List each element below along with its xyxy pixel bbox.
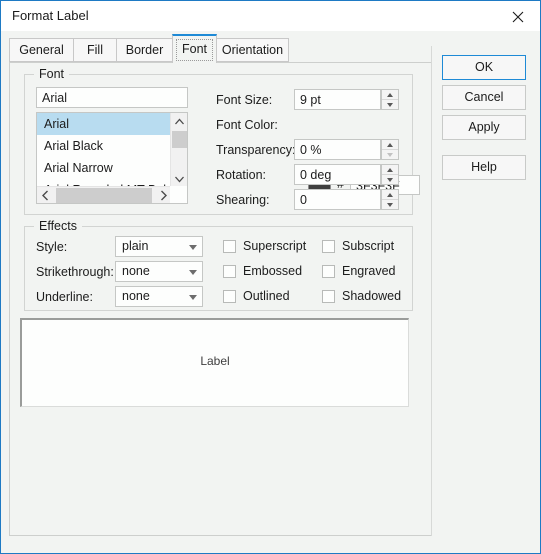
font-size-spinner[interactable] — [381, 89, 399, 110]
transparency-spinner-up[interactable] — [382, 140, 398, 150]
triangle-down-icon — [387, 178, 393, 182]
tab-general-label: General — [19, 43, 64, 57]
checkbox-outlined-label: Outlined — [243, 289, 290, 303]
tab-border[interactable]: Border — [116, 38, 173, 62]
tab-fill-label: Fill — [87, 43, 103, 57]
font-list-item[interactable]: Arial Black — [37, 135, 187, 157]
strikethrough-dropdown[interactable]: none — [115, 261, 203, 282]
strikethrough-dropdown-value: none — [122, 264, 150, 278]
checkbox-shadowed-label: Shadowed — [342, 289, 402, 303]
font-size-spinner-down[interactable] — [382, 100, 398, 109]
style-dropdown-value: plain — [122, 239, 149, 253]
underline-label: Underline: — [36, 290, 93, 304]
font-list[interactable]: Arial Arial Black Arial Narrow Arial Rou… — [36, 112, 188, 204]
triangle-down-icon — [387, 203, 393, 207]
triangle-up-icon — [387, 168, 393, 172]
font-size-input[interactable]: 9 pt — [294, 89, 381, 110]
checkbox-box[interactable] — [322, 290, 335, 303]
transparency-input[interactable]: 0 % — [294, 139, 381, 160]
font-list-horizontal-scrollbar[interactable] — [37, 186, 187, 203]
help-button[interactable]: Help — [442, 155, 526, 180]
font-list-vertical-scrollbar[interactable] — [170, 113, 187, 188]
tab-font-label: Font — [181, 42, 207, 56]
triangle-up-icon — [387, 93, 393, 97]
tab-orientation-label: Orientation — [221, 43, 284, 57]
font-list-item[interactable]: Arial — [37, 113, 187, 135]
chevron-down-icon[interactable] — [184, 262, 202, 281]
panel-divider — [431, 46, 432, 536]
transparency-spinner[interactable] — [381, 139, 399, 160]
triangle-down-icon — [387, 153, 393, 157]
font-list-item[interactable]: Arial Narrow — [37, 157, 187, 179]
ok-button[interactable]: OK — [442, 55, 526, 80]
triangle-up-icon — [387, 193, 393, 197]
shearing-input[interactable]: 0 — [294, 189, 381, 210]
style-dropdown[interactable]: plain — [115, 236, 203, 257]
scrollbar-corner — [170, 186, 187, 203]
checkbox-box[interactable] — [223, 265, 236, 278]
window-title: Format Label — [12, 8, 89, 23]
cancel-button[interactable]: Cancel — [442, 85, 526, 110]
font-size-spinner-up[interactable] — [382, 90, 398, 100]
transparency-spinner-down — [382, 150, 398, 159]
format-label-dialog: Format Label General Fill Border Font Or… — [0, 0, 541, 554]
rotation-label: Rotation: — [216, 168, 267, 182]
scroll-up-icon[interactable] — [171, 113, 187, 131]
label-preview: Label — [20, 318, 409, 407]
checkbox-engraved-label: Engraved — [342, 264, 396, 278]
underline-dropdown-value: none — [122, 289, 150, 303]
font-name-input[interactable]: Arial — [36, 87, 188, 108]
tab-content-panel: Font Arial Font Size: Font Color: Transp… — [9, 62, 432, 536]
preview-label-text: Label — [200, 354, 230, 368]
font-color-label: Font Color: — [216, 118, 278, 132]
shearing-spinner[interactable] — [381, 189, 399, 210]
tab-general[interactable]: General — [9, 38, 74, 62]
shearing-label: Shearing: — [216, 193, 270, 207]
title-bar: Format Label — [1, 1, 540, 31]
checkbox-box[interactable] — [223, 290, 236, 303]
style-label: Style: — [36, 240, 68, 254]
apply-button[interactable]: Apply — [442, 115, 526, 140]
tab-font[interactable]: Font — [172, 34, 217, 63]
checkbox-box[interactable] — [322, 265, 335, 278]
tab-orientation[interactable]: Orientation — [216, 38, 289, 62]
checkbox-superscript-label: Superscript — [243, 239, 307, 253]
rotation-spinner-up[interactable] — [382, 165, 398, 175]
chevron-down-icon[interactable] — [184, 237, 202, 256]
underline-dropdown[interactable]: none — [115, 286, 203, 307]
checkbox-embossed-label: Embossed — [243, 264, 303, 278]
transparency-label: Transparency: — [216, 143, 296, 157]
close-button[interactable] — [496, 1, 540, 30]
shearing-spinner-up[interactable] — [382, 190, 398, 200]
effects-group-title: Effects — [34, 219, 82, 233]
font-list-horizontal-thumb[interactable] — [56, 188, 152, 203]
rotation-input[interactable]: 0 deg — [294, 164, 381, 185]
triangle-down-icon — [387, 103, 393, 107]
scroll-left-icon[interactable] — [37, 187, 54, 203]
shearing-spinner-down[interactable] — [382, 200, 398, 209]
strikethrough-label: Strikethrough: — [36, 265, 114, 279]
font-group-title: Font — [34, 67, 70, 81]
chevron-down-icon[interactable] — [184, 287, 202, 306]
checkbox-box[interactable] — [322, 240, 335, 253]
rotation-spinner[interactable] — [381, 164, 399, 185]
tab-fill[interactable]: Fill — [73, 38, 117, 62]
triangle-up-icon — [387, 143, 393, 147]
font-list-vertical-thumb[interactable] — [172, 131, 187, 148]
checkbox-subscript-label: Subscript — [342, 239, 395, 253]
rotation-spinner-down[interactable] — [382, 175, 398, 184]
font-size-label: Font Size: — [216, 93, 273, 107]
tab-border-label: Border — [125, 43, 164, 57]
checkbox-box[interactable] — [223, 240, 236, 253]
